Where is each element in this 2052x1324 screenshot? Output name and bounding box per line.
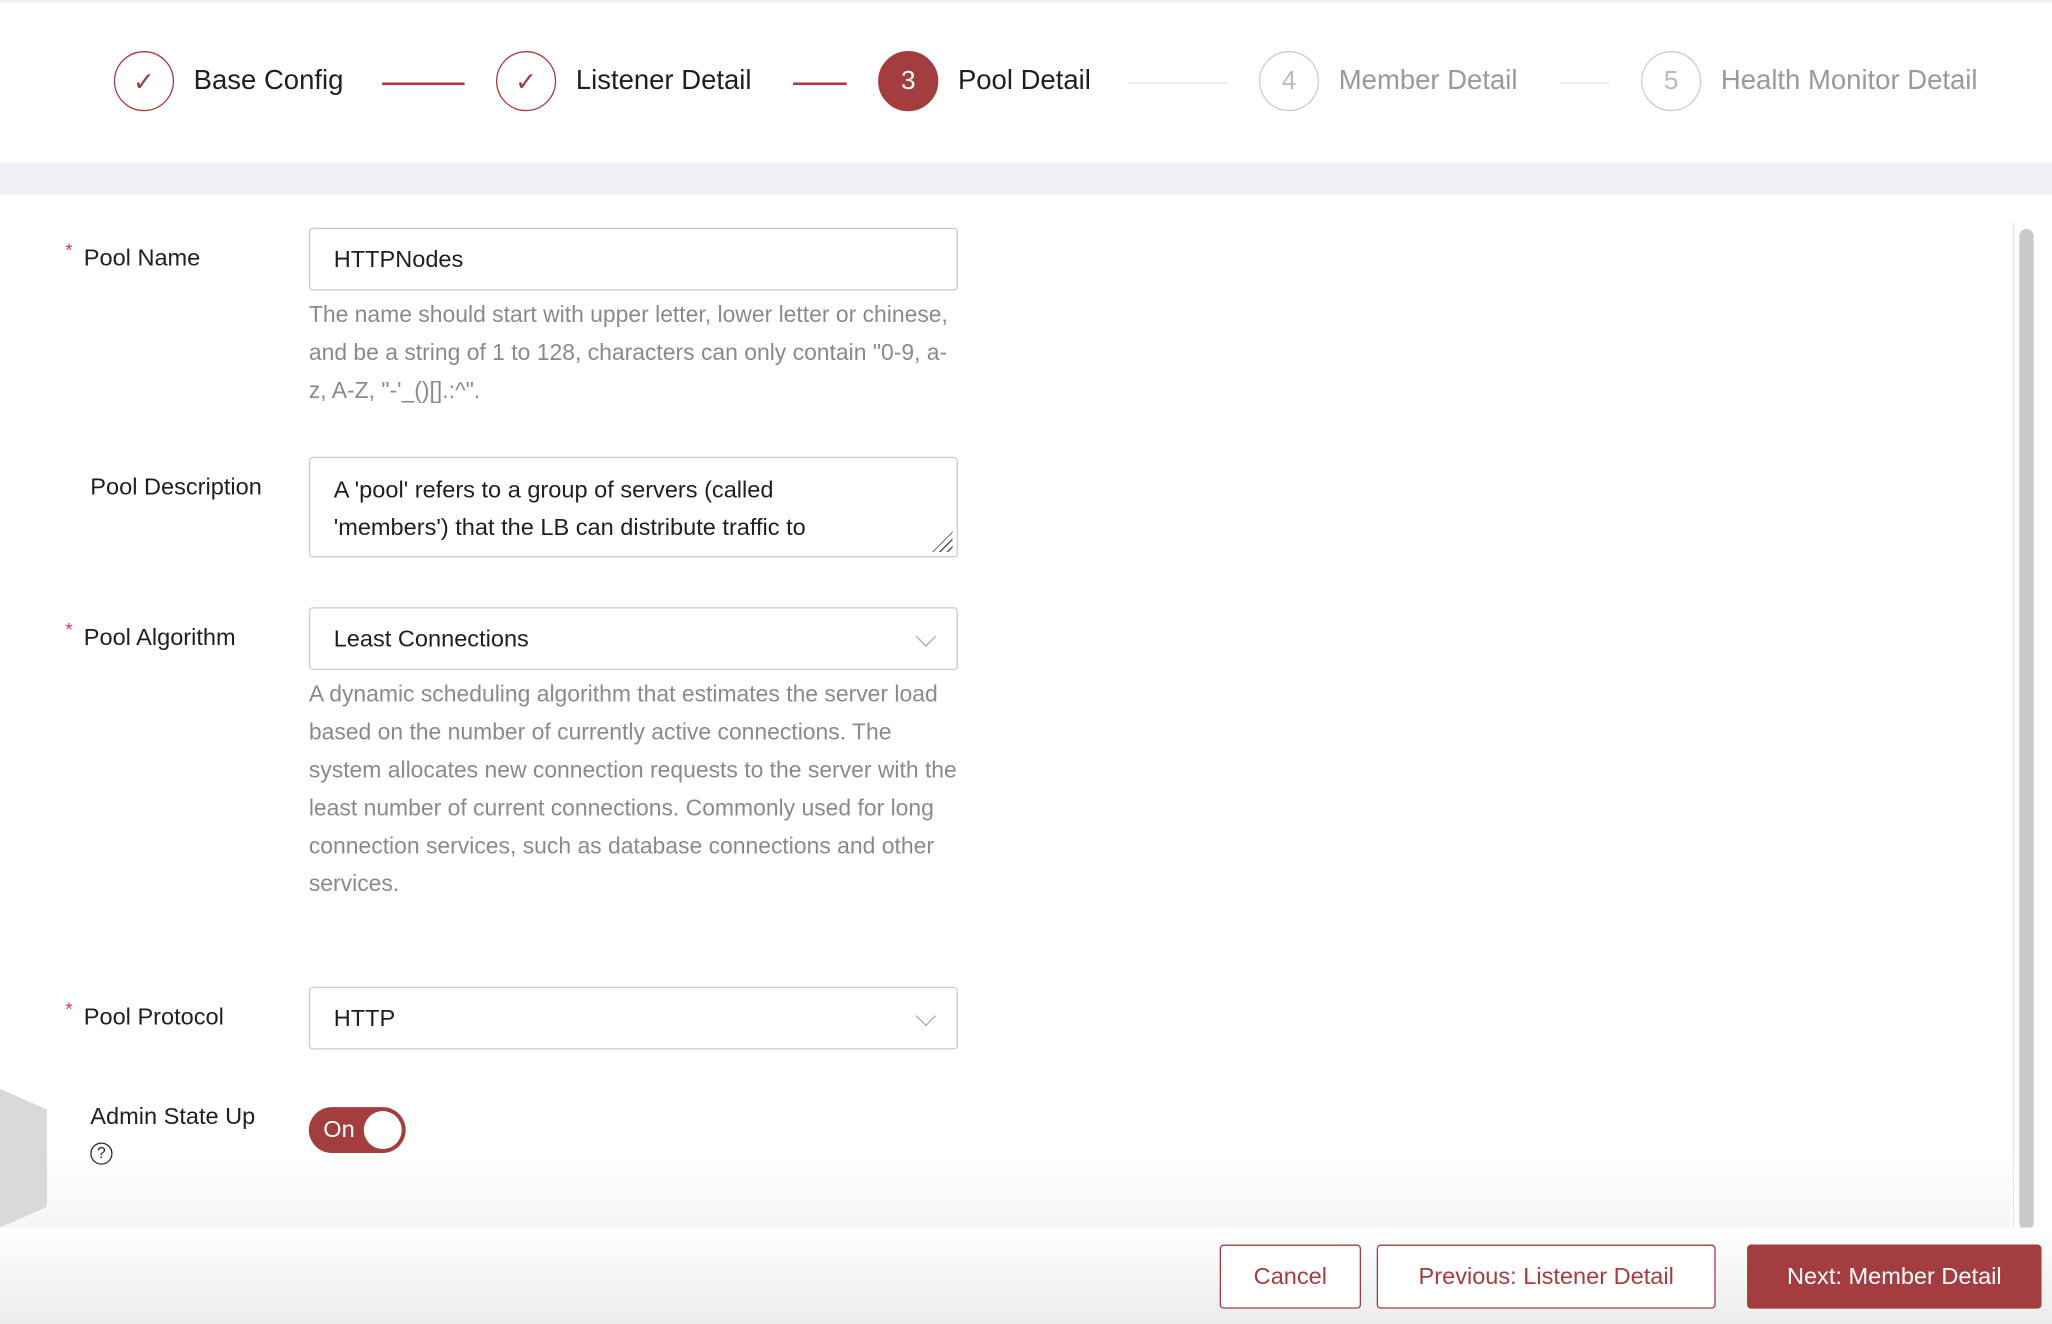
step-label: Pool Detail	[957, 65, 1091, 96]
required-marker: *	[65, 998, 73, 1020]
step-number: 3	[878, 51, 939, 112]
pool-algorithm-help: A dynamic scheduling algorithm that esti…	[308, 680, 957, 897]
label-text: Pool Name	[83, 244, 201, 271]
scrollbar[interactable]	[2019, 229, 2034, 1231]
step-listener-detail: ✓ Listener Detail	[495, 51, 752, 112]
label-text: Pool Algorithm	[83, 624, 236, 651]
step-number: 4	[1258, 51, 1320, 112]
chevron-down-icon	[915, 626, 937, 647]
required-marker: *	[65, 619, 73, 640]
step-pool-detail: 3 Pool Detail	[878, 51, 1091, 112]
pool-description-textarea[interactable]: A 'pool' refers to a group of servers (c…	[308, 456, 958, 558]
step-label: Base Config	[193, 65, 344, 96]
check-icon: ✓	[495, 51, 557, 112]
pool-protocol-label: * Pool Protocol	[65, 999, 224, 1031]
step-connector	[1559, 82, 1610, 84]
step-health-monitor-detail: 5 Health Monitor Detail	[1641, 51, 1978, 112]
scroll-fade	[0, 1151, 2011, 1228]
admin-state-up-toggle[interactable]: On	[308, 1107, 406, 1153]
pool-protocol-select[interactable]: HTTP	[308, 986, 958, 1050]
check-icon: ✓	[113, 51, 175, 112]
wizard-steps: ✓ Base Config ✓ Listener Detail 3 Pool D…	[0, 0, 2052, 162]
sidebar-collapse-toggle[interactable]	[0, 1088, 48, 1228]
select-value: Least Connections	[333, 624, 529, 652]
step-connector	[382, 82, 465, 86]
textarea-value: A 'pool' refers to a group of servers (c…	[333, 476, 806, 541]
step-member-detail: 4 Member Detail	[1258, 51, 1518, 112]
step-label: Member Detail	[1338, 65, 1518, 96]
section-divider	[0, 162, 2052, 195]
pool-name-label: * Pool Name	[65, 239, 201, 272]
previous-button[interactable]: Previous: Listener Detail	[1376, 1244, 1716, 1309]
input-value: HTTPNodes	[333, 245, 464, 272]
scrollbar-track	[2012, 222, 2015, 1231]
select-value: HTTP	[333, 1004, 396, 1031]
step-label: Listener Detail	[575, 65, 752, 96]
step-connector	[793, 82, 847, 86]
step-base-config: ✓ Base Config	[113, 51, 344, 112]
toggle-text: On	[323, 1116, 355, 1143]
pool-algorithm-select[interactable]: Least Connections	[308, 607, 958, 671]
chevron-down-icon	[915, 1006, 937, 1027]
footer-bar	[0, 1227, 2052, 1324]
cancel-button[interactable]: Cancel	[1219, 1244, 1362, 1309]
step-number: 5	[1641, 51, 1702, 112]
resize-handle-icon[interactable]	[931, 531, 953, 553]
required-marker: *	[65, 239, 73, 261]
label-text: Pool Protocol	[83, 1003, 224, 1030]
pool-algorithm-label: * Pool Algorithm	[65, 619, 236, 651]
next-button[interactable]: Next: Member Detail	[1747, 1244, 2042, 1309]
step-label: Health Monitor Detail	[1720, 65, 1978, 96]
toggle-knob	[363, 1111, 402, 1150]
pool-name-input[interactable]: HTTPNodes	[308, 227, 958, 291]
pool-name-help: The name should start with upper letter,…	[308, 300, 948, 404]
step-connector	[1128, 82, 1228, 84]
admin-state-up-label: Admin State Up	[90, 1103, 256, 1130]
pool-description-label: Pool Description	[90, 473, 262, 500]
